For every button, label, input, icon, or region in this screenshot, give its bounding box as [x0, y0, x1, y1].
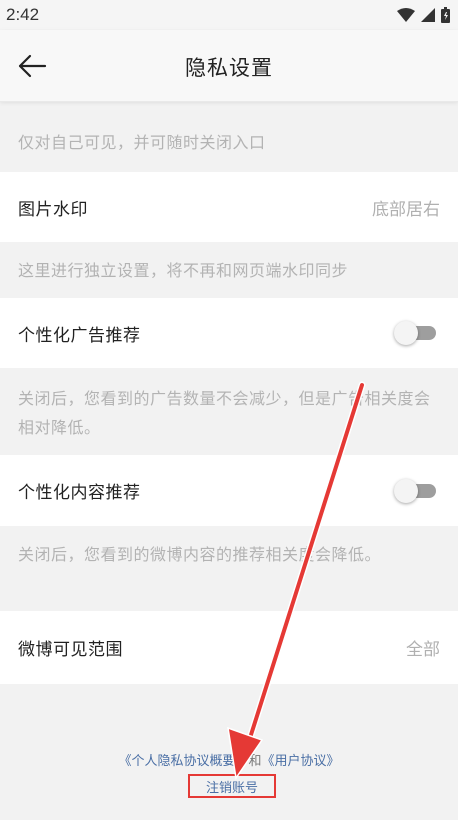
note-content: 关闭后，您看到的微博内容的推荐相关度会降低。 — [18, 545, 382, 564]
status-icons — [397, 7, 450, 23]
note-watermark: 这里进行独立设置，将不再和网页端水印同步 — [18, 261, 349, 280]
personalized-ads-label: 个性化广告推荐 — [18, 325, 141, 346]
watermark-label: 图片水印 — [18, 199, 88, 220]
note-ads: 关闭后，您看到的广告数量不会减少，但是广告相关度会相对降低。 — [18, 389, 431, 437]
watermark-value: 底部居右 — [372, 199, 440, 220]
footer-links: 《个人隐私协议概要》和《用户协议》 — [0, 750, 458, 769]
wifi-icon — [397, 8, 415, 22]
signal-icon — [421, 8, 435, 22]
note-visible-only-self: 仅对自己可见，并可随时关闭入口 — [18, 133, 266, 152]
cancel-account-label: 注销账号 — [205, 780, 258, 796]
page-title: 隐私设置 — [185, 56, 273, 80]
battery-icon — [441, 7, 450, 23]
user-agreement-link[interactable]: 《用户协议》 — [262, 754, 340, 769]
app-header: 隐私设置 — [0, 30, 458, 102]
personalized-content-toggle[interactable] — [394, 478, 438, 503]
personalized-content-label: 个性化内容推荐 — [18, 483, 141, 503]
cancel-account-link[interactable]: 注销账号 — [188, 774, 276, 798]
privacy-summary-link[interactable]: 《个人隐私协议概要》 — [118, 754, 248, 769]
status-bar: 2:42 — [0, 0, 458, 30]
personalized-ads-toggle[interactable] — [394, 321, 438, 345]
weibo-visibility-row[interactable]: 微博可见范围 全部 — [0, 611, 458, 684]
toggle-thumb — [394, 478, 418, 503]
status-time: 2:42 — [6, 5, 40, 24]
personalized-ads-row: 个性化广告推荐 — [0, 298, 458, 368]
watermark-row[interactable]: 图片水印 底部居右 — [0, 172, 458, 242]
weibo-visibility-value: 全部 — [406, 640, 440, 660]
personalized-content-row: 个性化内容推荐 — [0, 455, 458, 526]
weibo-visibility-label: 微博可见范围 — [18, 640, 123, 660]
and-text: 和 — [248, 754, 262, 769]
toggle-thumb — [394, 321, 418, 345]
